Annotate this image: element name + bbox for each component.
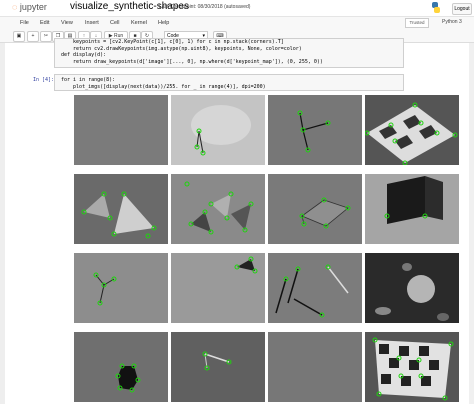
jupyter-logo-mark: ◌ <box>12 2 18 12</box>
menu-file[interactable]: File <box>20 20 29 26</box>
output-image <box>268 174 362 244</box>
jupyter-logo[interactable]: ◌ jupyter <box>12 2 47 12</box>
insert-cell-button[interactable]: + <box>27 31 39 42</box>
logout-button[interactable]: Logout <box>452 3 472 15</box>
code-line: plot_imgs([display(next(data))/255. for … <box>61 83 266 90</box>
cell-prompt: In [4]: <box>33 77 55 83</box>
python-logo-icon <box>432 2 440 13</box>
kernel-name: Python 3 <box>442 19 462 25</box>
code-cell-3[interactable]: keypoints = [cv2.KeyPoint(c[1], c[0], 1)… <box>54 38 404 68</box>
save-button[interactable]: ▣ <box>13 31 25 42</box>
menu-help[interactable]: Help <box>158 20 169 26</box>
menu-cell[interactable]: Cell <box>110 20 119 26</box>
code-line: return draw_keypoints(d['image'][..., 0]… <box>61 58 323 65</box>
checkpoint-status: Last Checkpoint: 08/30/2018 (autosaved) <box>159 4 251 10</box>
scissors-icon: ✂ <box>43 33 49 39</box>
save-icon: ▣ <box>16 33 22 39</box>
output-image <box>171 253 265 323</box>
output-image <box>268 253 362 323</box>
menu-bar: File Edit View Insert Cell Kernel Help <box>0 16 474 31</box>
menu-view[interactable]: View <box>61 20 73 26</box>
menu-edit[interactable]: Edit <box>40 20 49 26</box>
cut-button[interactable]: ✂ <box>40 31 52 42</box>
output-image <box>74 253 168 323</box>
menu-kernel[interactable]: Kernel <box>131 20 147 26</box>
output-image-grid <box>74 95 464 404</box>
output-image <box>268 332 362 402</box>
vertical-scrollbar[interactable] <box>469 43 474 404</box>
output-image <box>74 95 168 165</box>
output-image <box>74 332 168 402</box>
menu-insert[interactable]: Insert <box>85 20 99 26</box>
output-image <box>171 95 265 165</box>
output-image <box>74 174 168 244</box>
code-cell-4[interactable]: for i in range(8): plot_imgs([display(ne… <box>54 74 404 91</box>
output-image <box>365 174 459 244</box>
output-image <box>268 95 362 165</box>
output-image <box>171 174 265 244</box>
notebook-header: ◌ jupyter visualize_synthetic-shapes Las… <box>0 0 474 16</box>
output-image <box>365 95 459 165</box>
output-image <box>365 332 459 402</box>
output-image <box>171 332 265 402</box>
trusted-badge[interactable]: Trusted <box>405 18 429 28</box>
output-image <box>365 253 459 323</box>
jupyter-logo-text: jupyter <box>19 2 47 12</box>
plus-icon: + <box>31 33 35 39</box>
